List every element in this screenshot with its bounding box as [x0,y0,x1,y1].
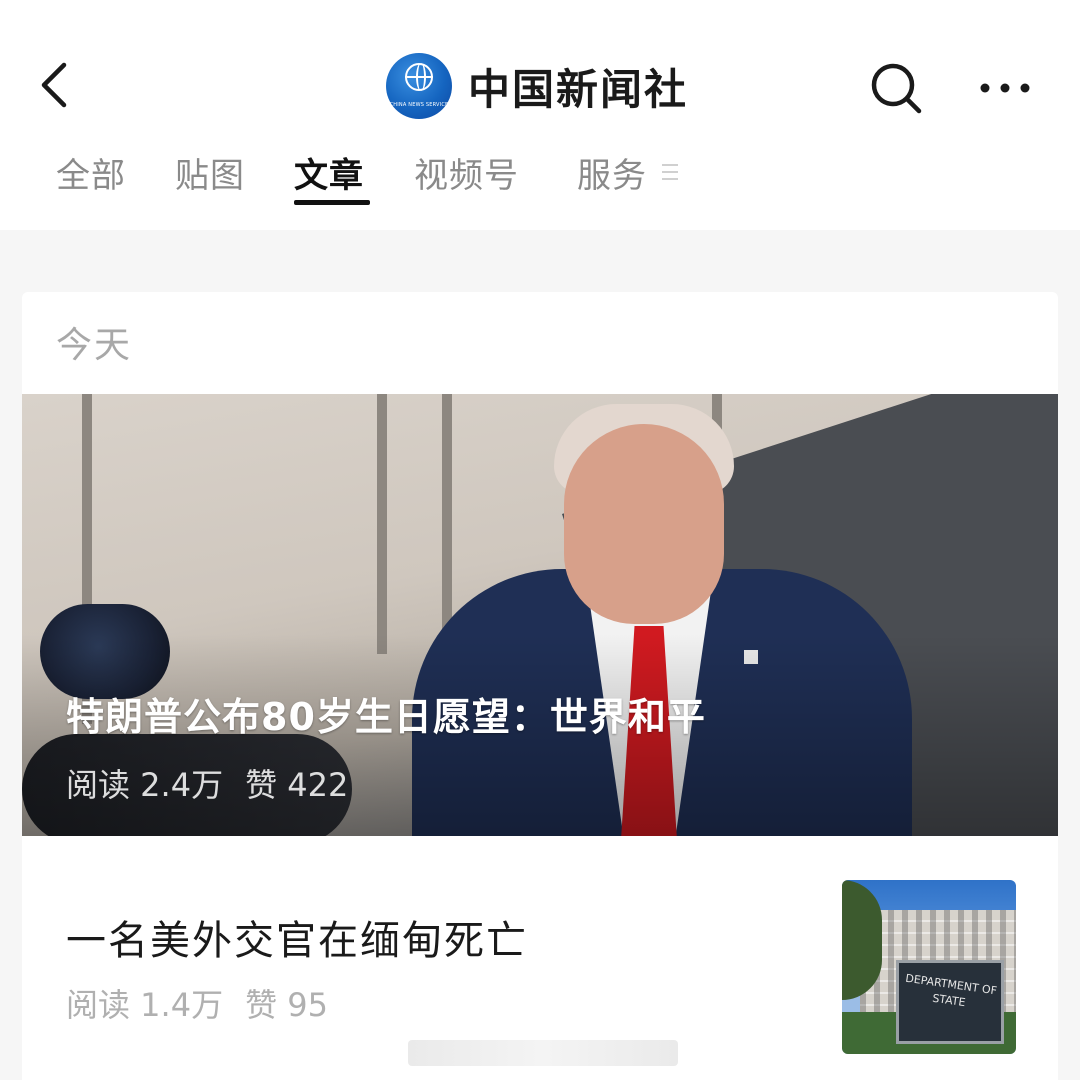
like-count: 赞 95 [245,986,328,1024]
tab-services[interactable]: 服务 [577,148,647,197]
account-name: 中国新闻社 [468,64,689,114]
more-button[interactable] [975,68,1035,108]
logo-text: CHINA NEWS SERVICE [389,102,449,108]
article-thumbnail[interactable]: DEPARTMENT OF STATE [842,880,1016,1054]
like-count: 赞 422 [245,766,349,804]
article-stats: 阅读 1.4万赞 95 [66,980,350,1026]
official-account-page: CHINA NEWS SERVICE 中国新闻社 全部 贴图 文章 视频号 服务 [0,0,1080,1080]
globe-icon [405,63,433,91]
loading-placeholder [408,1040,678,1066]
back-button[interactable] [30,55,80,115]
search-button[interactable] [866,58,926,118]
back-icon [41,62,67,108]
date-label: 今天 [56,325,133,366]
featured-article-title[interactable]: 特朗普公布80岁生日愿望：世界和平 [66,686,706,741]
account-title: CHINA NEWS SERVICE 中国新闻社 [386,52,688,120]
tab-channels[interactable]: 视频号 [414,148,519,197]
featured-article-stats: 阅读 2.4万赞 422 [66,760,370,806]
account-logo[interactable]: CHINA NEWS SERVICE [386,53,452,119]
tab-articles[interactable]: 文章 [294,148,364,197]
sign-text: DEPARTMENT OF STATE [904,971,998,1010]
tab-all[interactable]: 全部 [56,148,126,197]
tab-images[interactable]: 贴图 [175,148,245,197]
state-department-sign: DEPARTMENT OF STATE [896,960,1004,1044]
article-title[interactable]: 一名美外交官在缅甸死亡 [66,908,528,966]
featured-article[interactable]: 特朗普公布80岁生日愿望：世界和平 阅读 2.4万赞 422 [22,394,1058,836]
background-pole [377,394,387,654]
active-tab-indicator [294,200,370,205]
header: CHINA NEWS SERVICE 中国新闻社 全部 贴图 文章 视频号 服务 [0,0,1080,230]
tab-bar: 全部 贴图 文章 视频号 服务 [0,140,1080,220]
read-count: 阅读 2.4万 [66,766,224,804]
tab-overflow-icon[interactable] [662,164,678,182]
read-count: 阅读 1.4万 [66,986,224,1024]
more-icon [980,83,1030,93]
search-icon [871,63,922,114]
article-feed: 今天 特朗普公布80岁生日愿望：世界和平 阅读 2.4万赞 422 一名美外交官… [22,292,1058,1080]
